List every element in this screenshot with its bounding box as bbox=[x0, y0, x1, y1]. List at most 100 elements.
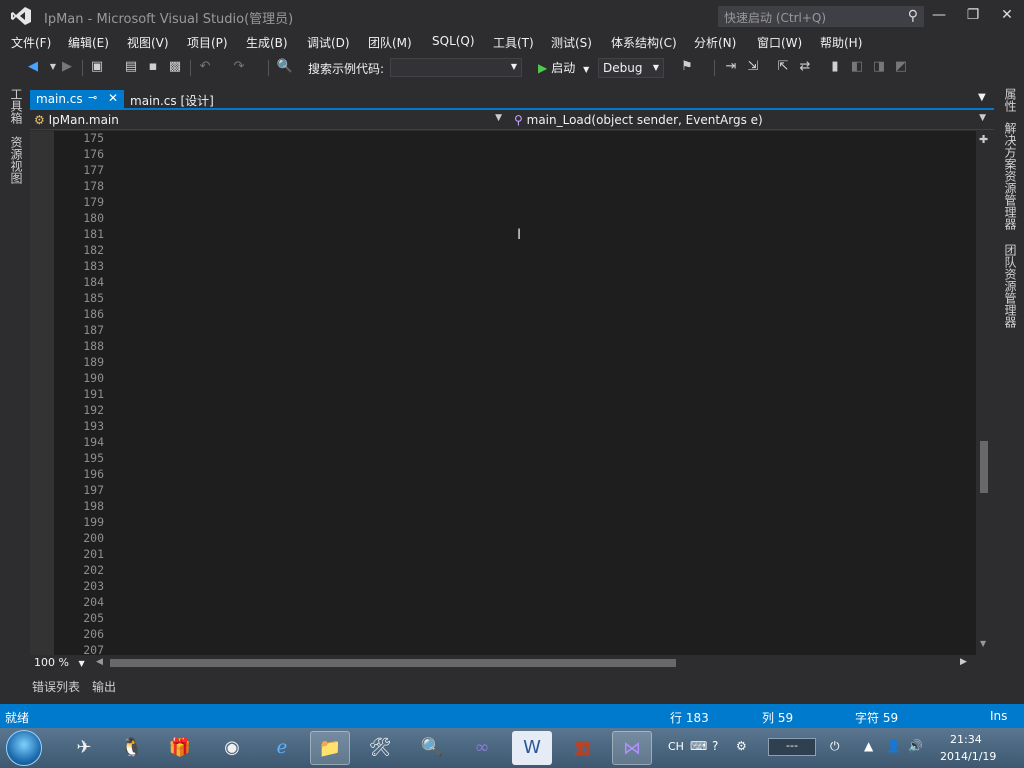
menu-test[interactable]: 测试(S) bbox=[551, 34, 592, 51]
tab-output[interactable]: 输出 bbox=[92, 678, 116, 695]
menu-window[interactable]: 窗口(W) bbox=[757, 34, 802, 51]
restore-button[interactable]: ❐ bbox=[958, 4, 988, 26]
bookmark-icon[interactable]: ▮ bbox=[826, 58, 844, 76]
properties-tab[interactable]: 属性 bbox=[1002, 88, 1019, 112]
toolbox-tab[interactable]: 工具箱 bbox=[8, 88, 25, 124]
code-editor[interactable]: 175 176 177 178 179 180 181 182 183 184 … bbox=[30, 131, 992, 655]
bookmark-clear-icon[interactable]: ◩ bbox=[892, 58, 910, 76]
bookmark-next-icon[interactable]: ◨ bbox=[870, 58, 888, 76]
menu-analyze[interactable]: 分析(N) bbox=[694, 34, 736, 51]
volume-icon[interactable]: 🔊 bbox=[908, 739, 923, 753]
close-icon[interactable]: ✕ bbox=[108, 91, 118, 105]
comment-icon[interactable]: ⇄ bbox=[796, 58, 814, 76]
save-all-icon[interactable]: ▩ bbox=[166, 58, 184, 76]
horizontal-scroll-thumb[interactable] bbox=[110, 659, 676, 667]
powerpoint-icon[interactable]: ▦ bbox=[562, 731, 602, 765]
step-into-icon[interactable]: ⇥ bbox=[722, 58, 740, 76]
chevron-down-icon[interactable]: ▼ bbox=[511, 62, 517, 71]
clock-date[interactable]: 2014/1/19 bbox=[940, 750, 996, 763]
bird-app-icon[interactable]: ✈ bbox=[64, 731, 104, 765]
navigate-forward-icon[interactable]: ▶ bbox=[58, 58, 76, 76]
clock-time[interactable]: 21:34 bbox=[950, 733, 982, 746]
input-language-indicator[interactable]: CH bbox=[668, 740, 684, 753]
menu-sql[interactable]: SQL(Q) bbox=[432, 34, 475, 48]
save-icon[interactable]: ▪ bbox=[144, 58, 162, 76]
tools-app-icon[interactable]: 🛠 bbox=[360, 731, 400, 765]
tab-error-list[interactable]: 错误列表 bbox=[32, 678, 80, 695]
word-icon[interactable]: W bbox=[512, 731, 552, 765]
menu-build[interactable]: 生成(B) bbox=[246, 34, 288, 51]
new-project-icon[interactable]: ▣ bbox=[88, 58, 106, 76]
attach-icon[interactable]: ⚑ bbox=[678, 58, 696, 76]
minimize-button[interactable]: — bbox=[924, 4, 954, 26]
chevron-down-icon[interactable]: ▼ bbox=[495, 113, 502, 123]
scroll-left-icon[interactable]: ◀ bbox=[96, 657, 103, 667]
bookmark-prev-icon[interactable]: ◧ bbox=[848, 58, 866, 76]
status-bar: 就绪 行 183 列 59 字符 59 Ins bbox=[0, 704, 1024, 728]
vertical-scroll-thumb[interactable] bbox=[980, 441, 988, 493]
infinity-app-icon[interactable]: ∞ bbox=[462, 731, 502, 765]
vertical-scrollbar[interactable]: ✚ ▼ bbox=[976, 131, 992, 655]
menu-architecture[interactable]: 体系结构(C) bbox=[611, 34, 677, 51]
class-combo[interactable]: ⚙ IpMan.main ▼ bbox=[34, 113, 506, 129]
menu-help[interactable]: 帮助(H) bbox=[820, 34, 862, 51]
member-combo[interactable]: ⚲ main_Load(object sender, EventArgs e) … bbox=[514, 113, 990, 129]
menu-edit[interactable]: 编辑(E) bbox=[68, 34, 109, 51]
zoom-combo[interactable]: 100 % ▼ bbox=[34, 656, 85, 669]
team-explorer-tab[interactable]: 团队资源管理器 bbox=[1002, 244, 1019, 328]
line-number: 204 bbox=[83, 595, 104, 609]
line-number: 179 bbox=[83, 195, 104, 209]
quick-launch-input[interactable]: 快速启动 (Ctrl+Q) ⚲ bbox=[718, 6, 924, 27]
power-plug-icon[interactable]: ⏻ bbox=[830, 739, 840, 754]
status-text: 就绪 bbox=[5, 711, 30, 725]
solution-configuration-combo[interactable]: Debug ▼ bbox=[598, 58, 664, 78]
split-icon[interactable]: ✚ bbox=[979, 133, 988, 146]
open-file-icon[interactable]: ▤ bbox=[122, 58, 140, 76]
chevron-down-icon[interactable]: ▼ bbox=[78, 659, 84, 668]
tab-main-cs[interactable]: main.cs ⊸ ✕ bbox=[30, 90, 124, 110]
menu-tools[interactable]: 工具(T) bbox=[493, 34, 534, 51]
start-debugging-button[interactable]: ▶ 启动 ▼ bbox=[538, 59, 589, 76]
menu-project[interactable]: 项目(P) bbox=[187, 34, 228, 51]
start-button[interactable] bbox=[6, 730, 42, 766]
step-out-icon[interactable]: ⇱ bbox=[774, 58, 792, 76]
menu-debug[interactable]: 调试(D) bbox=[307, 34, 350, 51]
close-button[interactable]: ✕ bbox=[992, 4, 1022, 26]
chevron-down-icon[interactable]: ▼ bbox=[583, 65, 589, 74]
input-method-bar[interactable]: --- bbox=[768, 738, 816, 756]
tab-main-cs-design[interactable]: main.cs [设计] bbox=[130, 92, 214, 109]
navigate-back-icon[interactable]: ◀ bbox=[24, 58, 42, 76]
keyboard-icon[interactable]: ⌨ bbox=[690, 739, 707, 753]
search-icon[interactable]: ⚲ bbox=[908, 8, 918, 24]
visual-studio-taskbar-icon[interactable]: ⋈ bbox=[612, 731, 652, 765]
method-icon: ⚲ bbox=[514, 113, 523, 127]
scroll-right-icon[interactable]: ▶ bbox=[960, 657, 967, 667]
search-app-icon[interactable]: 🔍 bbox=[412, 731, 452, 765]
resource-view-tab[interactable]: 资源视图 bbox=[8, 136, 25, 184]
solution-explorer-tab[interactable]: 解决方案资源管理器 bbox=[1002, 122, 1019, 230]
show-hidden-icons-icon[interactable]: ▲ bbox=[864, 739, 873, 753]
find-icon[interactable]: 🔍 bbox=[276, 58, 294, 76]
internet-explorer-icon[interactable]: ℯ bbox=[262, 731, 302, 765]
pin-icon[interactable]: ⊸ bbox=[88, 91, 97, 104]
chevron-down-icon[interactable]: ▼ bbox=[653, 63, 659, 72]
menu-team[interactable]: 团队(M) bbox=[368, 34, 412, 51]
user-icon[interactable]: 👤 bbox=[886, 739, 901, 753]
scroll-down-icon[interactable]: ▼ bbox=[980, 639, 986, 648]
settings-icon[interactable]: ⚙ bbox=[736, 739, 747, 753]
search-samples-combo[interactable]: ▼ bbox=[390, 58, 522, 77]
menu-file[interactable]: 文件(F) bbox=[11, 34, 51, 51]
gift-app-icon[interactable]: 🎁 bbox=[160, 731, 200, 765]
file-explorer-icon[interactable]: 📁 bbox=[310, 731, 350, 765]
help-icon[interactable]: ? bbox=[712, 739, 718, 753]
menu-view[interactable]: 视图(V) bbox=[127, 34, 169, 51]
chevron-down-icon[interactable]: ▼ bbox=[978, 92, 986, 103]
chevron-down-icon[interactable]: ▼ bbox=[979, 113, 986, 123]
line-number: 185 bbox=[83, 291, 104, 305]
qq-icon[interactable]: 🐧 bbox=[112, 731, 152, 765]
step-over-icon[interactable]: ⇲ bbox=[744, 58, 762, 76]
undo-icon[interactable]: ↶ bbox=[196, 58, 214, 76]
chrome-icon[interactable]: ◉ bbox=[212, 731, 252, 765]
line-number: 181 bbox=[83, 227, 104, 241]
redo-icon[interactable]: ↷ bbox=[230, 58, 248, 76]
